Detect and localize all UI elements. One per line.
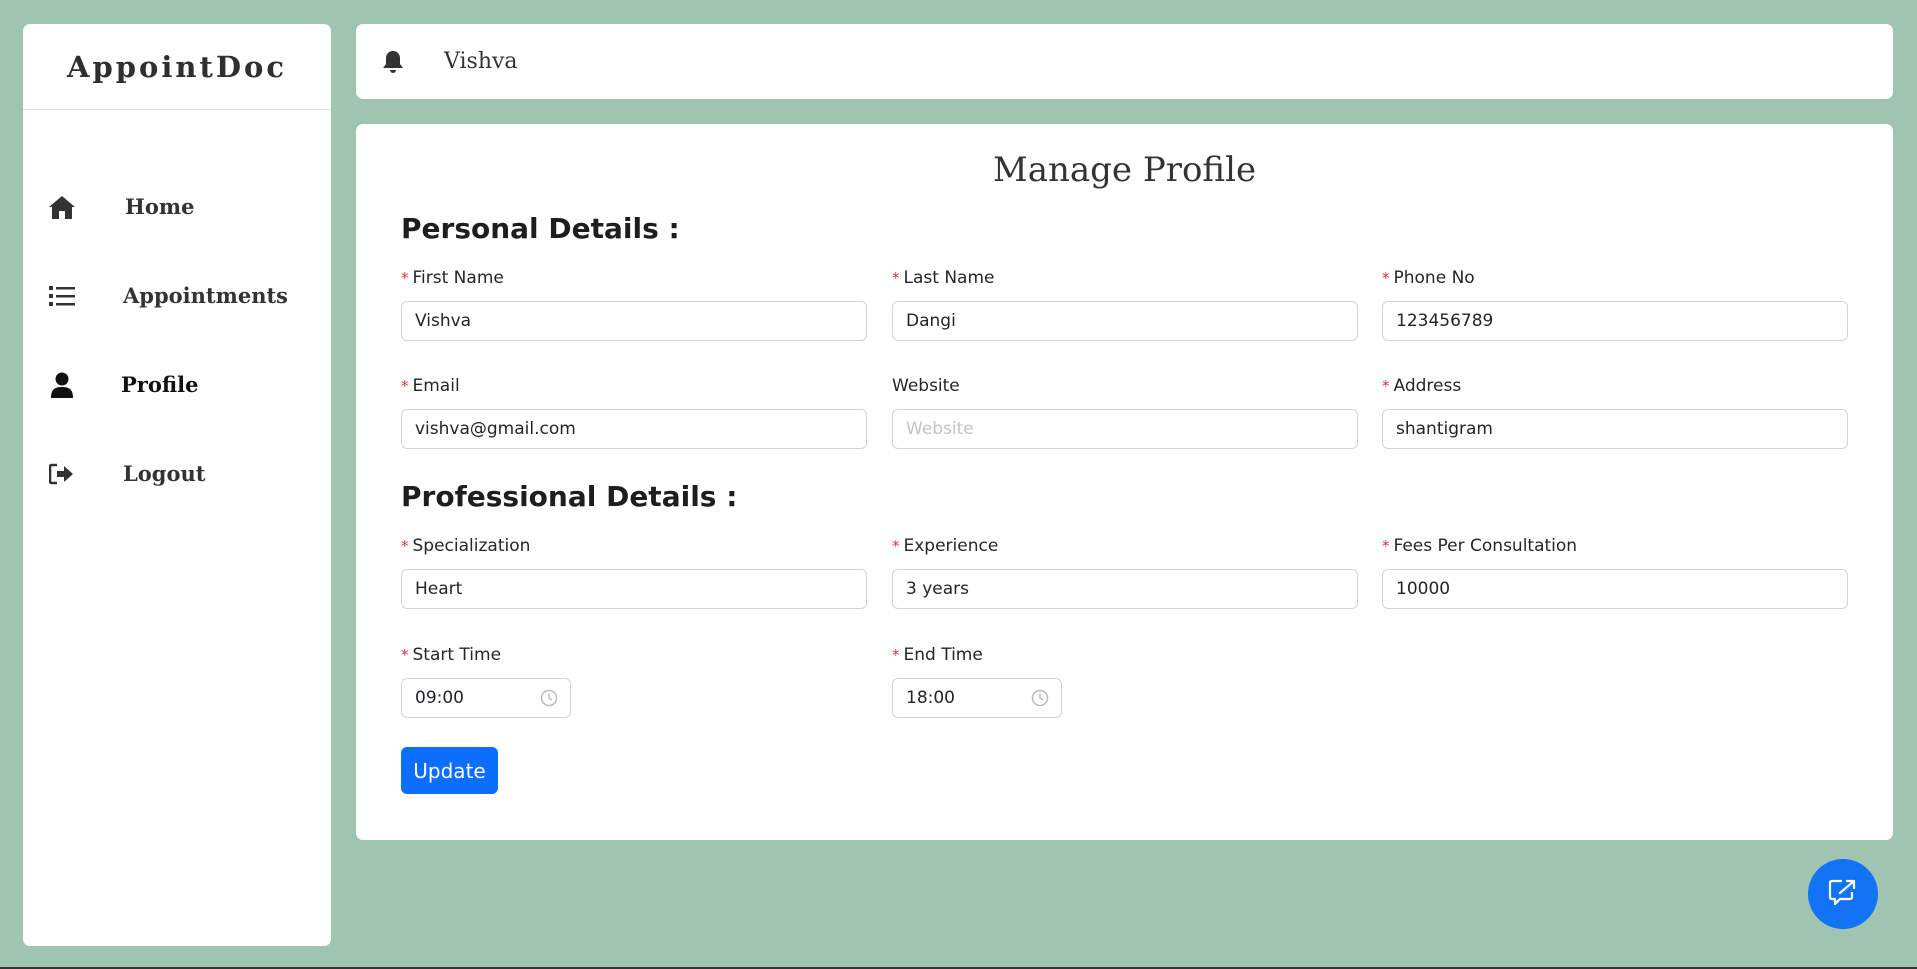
list-icon (47, 281, 77, 311)
page-title: Manage Profile (992, 150, 1257, 190)
required-mark: * (892, 269, 900, 287)
clock-icon[interactable] (540, 689, 558, 707)
profile-card: Manage Profile Personal Details : * First… (356, 124, 1893, 840)
required-mark: * (401, 269, 409, 287)
address-field: * Address (1382, 374, 1848, 449)
email-input[interactable] (401, 409, 867, 449)
phone-input[interactable] (1382, 301, 1848, 341)
fees-label: Fees Per Consultation (1393, 536, 1578, 556)
required-mark: * (401, 377, 409, 395)
end-time-field: * End Time (892, 643, 1358, 718)
website-input[interactable] (892, 409, 1358, 449)
app-logo: AppointDoc (23, 24, 331, 110)
last-name-input[interactable] (892, 301, 1358, 341)
first-name-field: * First Name (401, 266, 867, 341)
start-time-picker (401, 678, 571, 718)
fees-input[interactable] (1382, 569, 1848, 609)
personal-details-title: Personal Details : (401, 212, 680, 245)
address-label: Address (1393, 376, 1462, 396)
top-bar: Vishva (356, 24, 1893, 99)
end-time-picker (892, 678, 1062, 718)
experience-label: Experience (903, 536, 999, 556)
required-mark: * (1382, 269, 1390, 287)
experience-input[interactable] (892, 569, 1358, 609)
clock-icon[interactable] (1031, 689, 1049, 707)
fees-field: * Fees Per Consultation (1382, 534, 1848, 609)
website-label: Website (892, 376, 960, 396)
professional-details-title: Professional Details : (401, 480, 738, 513)
phone-field: * Phone No (1382, 266, 1848, 341)
username: Vishva (444, 49, 518, 74)
logout-icon (47, 459, 77, 489)
phone-label: Phone No (1393, 268, 1475, 288)
sidebar: AppointDoc Home Appointments Profile Log… (23, 24, 331, 946)
sidebar-item-profile[interactable]: Profile (23, 340, 331, 429)
sidebar-item-home[interactable]: Home (23, 162, 331, 251)
email-field: * Email (401, 374, 867, 449)
required-mark: * (401, 537, 409, 555)
sidebar-item-appointments[interactable]: Appointments (23, 251, 331, 340)
sidebar-item-label: Logout (123, 461, 206, 486)
end-time-label: End Time (903, 645, 983, 665)
required-mark: * (892, 537, 900, 555)
start-time-label: Start Time (412, 645, 502, 665)
sidebar-item-logout[interactable]: Logout (23, 429, 331, 518)
specialization-input[interactable] (401, 569, 867, 609)
address-input[interactable] (1382, 409, 1848, 449)
required-mark: * (401, 646, 409, 664)
home-icon (47, 192, 77, 222)
required-mark: * (1382, 537, 1390, 555)
sidebar-item-label: Home (125, 194, 195, 219)
start-time-field: * Start Time (401, 643, 867, 718)
sidebar-item-label: Appointments (123, 283, 288, 308)
required-mark: * (1382, 377, 1390, 395)
external-chat-icon (1828, 878, 1858, 910)
update-button[interactable]: Update (401, 747, 498, 794)
first-name-label: First Name (412, 268, 504, 288)
sidebar-menu: Home Appointments Profile Logout (23, 110, 331, 518)
bell-icon[interactable] (380, 49, 406, 75)
specialization-label: Specialization (412, 536, 531, 556)
last-name-label: Last Name (903, 268, 995, 288)
last-name-field: * Last Name (892, 266, 1358, 341)
user-icon (47, 370, 77, 400)
website-field: Website (892, 374, 1358, 449)
chat-button[interactable] (1808, 859, 1878, 929)
first-name-input[interactable] (401, 301, 867, 341)
experience-field: * Experience (892, 534, 1358, 609)
required-mark: * (892, 646, 900, 664)
specialization-field: * Specialization (401, 534, 867, 609)
email-label: Email (412, 376, 460, 396)
sidebar-item-label: Profile (121, 372, 199, 397)
